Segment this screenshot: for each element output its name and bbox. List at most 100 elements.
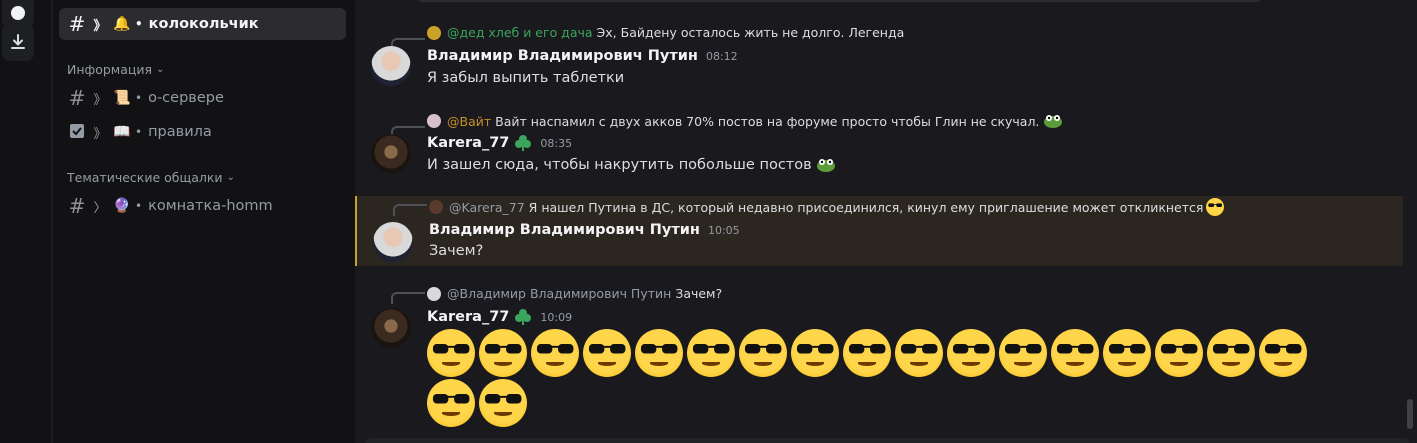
message-text: И зашел сюда, чтобы накрутить побольше п… [427,156,837,174]
sunglasses-emoji [479,329,527,377]
hash-threads-icon: # [68,194,86,218]
avatar[interactable] [373,222,413,262]
sunglasses-emoji [635,329,683,377]
category-thematic[interactable]: Тематические общалки ⌄ [67,170,235,185]
clover-badge-icon [514,308,532,326]
message[interactable]: @Вайт Вайт наспамил с двух акков 70% пос… [355,108,1403,188]
bullet: • [135,125,143,139]
category-info[interactable]: Информация ⌄ [67,62,164,77]
scroll-emoji: 📜 [113,90,131,106]
reply-avatar [427,114,441,128]
chevron-down-icon: ⌄ [156,64,165,75]
reply-text: Вайт наспамил с двух акков 70% постов на… [495,113,1040,129]
message-text: Я забыл выпить таблетки [427,70,625,86]
bullet: • [135,17,143,31]
message-author: Karera_77 08:35 [427,134,572,152]
scrollbar[interactable] [1407,399,1413,429]
separator-icon: 》 [93,18,107,34]
reply-avatar [427,25,441,40]
avatar[interactable] [371,46,411,86]
message-text: Зачем? [429,243,484,259]
channel-label: колокольчик [148,16,259,32]
home-icon [11,6,25,20]
sunglasses-emoji [583,329,631,377]
reply-preview[interactable]: @Вайт Вайт наспамил с двух акков 70% пос… [427,112,1064,130]
chevron-down-icon: ⌄ [226,172,235,183]
sunglasses-emoji [1259,329,1307,377]
category-label: Тематические общалки [67,170,223,185]
message-author: Владимир Владимирович Путин 10:05 [429,222,740,238]
chat-area: @дед хлеб и его дача Эх, Байдену осталос… [355,0,1417,443]
channel-item-pravila[interactable]: 》 📖 • правила [59,116,346,148]
reply-text: Я нашел Путина в ДС, который недавно при… [528,199,1204,215]
author-name[interactable]: Владимир Владимирович Путин [427,48,698,64]
sunglasses-emoji [947,329,995,377]
sunglasses-emoji [843,329,891,377]
reply-preview[interactable]: @дед хлеб и его дача Эх, Байдену осталос… [427,25,904,40]
crystal-ball-emoji: 🔮 [113,198,131,214]
sunglasses-emoji [1051,329,1099,377]
sunglasses-emoji [531,329,579,377]
clover-badge-icon [514,134,532,152]
author-name[interactable]: Karera_77 [427,135,509,151]
separator-icon: 》 [93,126,107,142]
channel-label: комнатка-homm [148,198,273,214]
sunglasses-emoji [479,379,527,427]
frog-emoji [816,159,835,172]
sunglasses-emoji [1155,329,1203,377]
reply-mention[interactable]: @Вайт [447,114,491,129]
channel-item-o-servere[interactable]: # 》 📜 • о-сервере [59,82,346,114]
hash-icon: # [68,12,86,36]
reply-preview[interactable]: @Karera_77 Я нашел Путина в ДС, который … [429,198,1225,216]
avatar[interactable] [371,308,411,348]
channel-label: о-сервере [148,90,224,106]
reply-mention[interactable]: @Karera_77 [449,200,525,215]
timestamp: 08:12 [705,49,738,63]
reply-spine [391,292,425,304]
reply-spine [393,204,427,216]
sunglasses-emoji [739,329,787,377]
channel-item-kolokolchik[interactable]: # 》 🔔 • колокольчик [59,8,346,40]
category-label: Информация [67,62,153,77]
rules-checkbox-icon [67,122,87,142]
sunglasses-emoji [427,379,475,427]
message-highlighted[interactable]: @Karera_77 Я нашел Путина в ДС, который … [355,196,1403,266]
sunglasses-emoji [427,329,475,377]
channel-item-komnatka-homm[interactable]: # 〉 🔮 • комнатка-homm [59,190,346,222]
channel-sidebar: # 》 🔔 • колокольчик Информация ⌄ # 》 📜 •… [53,0,355,443]
download-icon [11,34,25,49]
reply-text: Эх, Байдену осталось жить не долго. Леге… [596,25,905,40]
bullet: • [135,91,143,105]
bullet: • [135,199,143,213]
author-name[interactable]: Karera_77 [427,309,509,325]
timestamp: 08:35 [540,136,573,150]
channel-label: правила [148,124,212,140]
embed-bar [418,0,1261,2]
sunglasses-emoji [1206,198,1225,216]
sunglasses-emoji [687,329,735,377]
author-name[interactable]: Владимир Владимирович Путин [429,222,700,238]
sunglasses-emoji [1207,329,1255,377]
sunglasses-emoji [999,329,1047,377]
message-composer[interactable] [365,438,1409,443]
message-text-content: И зашел сюда, чтобы накрутить побольше п… [427,157,812,173]
sunglasses-emoji [791,329,839,377]
frog-emoji [1044,115,1063,128]
reply-preview[interactable]: @Владимир Владимирович Путин Зачем? [427,286,722,301]
separator-icon: 》 [93,92,107,108]
bell-emoji: 🔔 [113,16,131,32]
reply-mention[interactable]: @Владимир Владимирович Путин [447,286,671,301]
separator-icon: 〉 [93,200,107,216]
sunglasses-emoji [895,329,943,377]
server-rail [0,0,52,443]
reply-mention[interactable]: @дед хлеб и его дача [447,25,593,40]
emoji-wall [427,329,1357,427]
reply-avatar [429,200,443,214]
message[interactable]: @дед хлеб и его дача Эх, Байдену осталос… [355,20,1403,100]
timestamp: 10:05 [707,223,740,237]
book-emoji: 📖 [113,124,131,140]
avatar[interactable] [371,134,411,174]
download-apps-button[interactable] [2,23,34,61]
sunglasses-emoji [1103,329,1151,377]
timestamp: 10:09 [540,310,573,324]
